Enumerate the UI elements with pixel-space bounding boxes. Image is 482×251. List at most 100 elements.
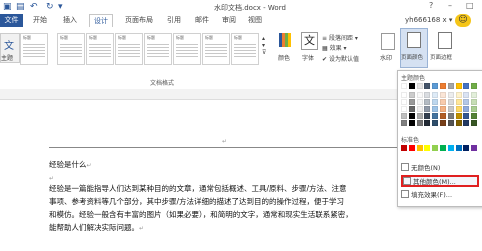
page-color-button[interactable]: 页面颜色 xyxy=(400,28,428,68)
tab-references[interactable]: 引用 xyxy=(164,14,184,27)
style-set-7[interactable]: 标题 xyxy=(202,33,230,65)
theme-color-swatch[interactable] xyxy=(424,99,431,105)
theme-color-swatch[interactable] xyxy=(440,99,446,105)
document-heading[interactable]: 经验是什么↵ xyxy=(49,158,92,172)
theme-color-swatch[interactable] xyxy=(440,83,446,89)
body-line-1[interactable]: 经验是一篇能指导人们达到某种目的的文章，通常包括概述、工具/原料、步骤/方法、注… xyxy=(49,182,347,195)
theme-color-swatch[interactable] xyxy=(471,83,478,89)
theme-color-swatch[interactable] xyxy=(408,113,415,119)
set-default-button[interactable]: ✔ 设为默认值 xyxy=(322,54,359,63)
style-set-1[interactable]: 标题 xyxy=(20,33,48,65)
standard-color-swatch[interactable] xyxy=(432,145,439,151)
theme-color-swatch[interactable] xyxy=(408,83,415,89)
fonts-button[interactable]: 文 字体 xyxy=(299,31,319,67)
effects-button[interactable]: ▦ 效果 ▾ xyxy=(322,43,347,52)
quick-access-dropdown-icon[interactable]: ▾ xyxy=(58,2,63,12)
style-set-2[interactable]: 标题 xyxy=(57,33,85,65)
colors-button[interactable]: 颜色 xyxy=(276,31,294,67)
theme-color-swatch[interactable] xyxy=(424,83,431,89)
themes-button[interactable]: 文 主题 xyxy=(0,33,20,63)
standard-color-swatch[interactable] xyxy=(455,145,462,151)
theme-color-swatch[interactable] xyxy=(432,92,439,98)
theme-color-swatch[interactable] xyxy=(401,99,407,105)
theme-color-swatch[interactable] xyxy=(432,120,439,126)
standard-color-swatch[interactable] xyxy=(447,145,454,151)
page-borders-button[interactable]: 页面边框 xyxy=(430,31,460,67)
theme-color-swatch[interactable] xyxy=(447,92,454,98)
theme-color-swatch[interactable] xyxy=(401,113,407,119)
theme-color-swatch[interactable] xyxy=(447,113,454,119)
theme-color-swatch[interactable] xyxy=(408,99,415,105)
theme-color-swatch[interactable] xyxy=(424,113,431,119)
theme-color-swatch[interactable] xyxy=(416,120,423,126)
standard-color-swatch[interactable] xyxy=(463,145,470,151)
theme-color-swatch[interactable] xyxy=(455,113,462,119)
style-set-3[interactable]: 标题 xyxy=(86,33,114,65)
standard-color-swatch[interactable] xyxy=(408,145,415,151)
save-icon[interactable]: ▤ xyxy=(16,2,25,12)
theme-color-swatch[interactable] xyxy=(416,83,423,89)
theme-color-swatch[interactable] xyxy=(471,120,478,126)
theme-color-swatch[interactable] xyxy=(447,83,454,89)
theme-color-swatch[interactable] xyxy=(432,113,439,119)
tab-mailings[interactable]: 邮件 xyxy=(192,14,212,27)
theme-color-swatch[interactable] xyxy=(463,92,470,98)
theme-color-swatch[interactable] xyxy=(432,83,439,89)
style-set-4[interactable]: 标题 xyxy=(115,33,143,65)
gallery-scroll-icon[interactable]: ▴ ▾ ⊽ xyxy=(262,35,266,56)
style-set-8[interactable]: 标题 xyxy=(231,33,259,65)
theme-color-swatch[interactable] xyxy=(416,113,423,119)
standard-color-swatch[interactable] xyxy=(416,145,423,151)
style-set-6[interactable]: 标题 xyxy=(173,33,201,65)
standard-color-swatch[interactable] xyxy=(471,145,478,151)
standard-color-swatch[interactable] xyxy=(401,145,407,151)
theme-color-swatch[interactable] xyxy=(455,83,462,89)
theme-color-swatch[interactable] xyxy=(463,83,470,89)
standard-color-swatch[interactable] xyxy=(424,145,431,151)
tab-review[interactable]: 审阅 xyxy=(219,14,239,27)
undo-icon[interactable]: ↶ xyxy=(30,2,38,12)
theme-color-swatch[interactable] xyxy=(416,92,423,98)
theme-color-swatch[interactable] xyxy=(440,92,446,98)
theme-color-swatch[interactable] xyxy=(471,99,478,105)
theme-color-swatch[interactable] xyxy=(455,99,462,105)
theme-color-swatch[interactable] xyxy=(463,99,470,105)
theme-color-swatch[interactable] xyxy=(401,83,407,89)
theme-color-swatch[interactable] xyxy=(455,120,462,126)
theme-color-swatch[interactable] xyxy=(447,106,454,112)
smiley-feedback-icon[interactable]: ☺ xyxy=(455,14,471,27)
theme-color-swatch[interactable] xyxy=(463,113,470,119)
user-account[interactable]: yh666168 x ▾ xyxy=(405,16,452,24)
standard-color-swatch[interactable] xyxy=(440,145,446,151)
theme-color-swatch[interactable] xyxy=(471,113,478,119)
theme-color-swatch[interactable] xyxy=(471,106,478,112)
theme-color-swatch[interactable] xyxy=(447,120,454,126)
theme-color-swatch[interactable] xyxy=(401,120,407,126)
body-line-3[interactable]: 和模仿。经验一般含有丰富的图片（如果必要），和简明的文字，通常和现实生活联系紧密… xyxy=(49,208,353,221)
theme-color-swatch[interactable] xyxy=(401,106,407,112)
theme-color-swatch[interactable] xyxy=(471,92,478,98)
tab-file[interactable]: 文件 xyxy=(0,14,23,27)
fill-effects-item[interactable]: 填充效果(F)... xyxy=(401,190,479,200)
more-colors-item[interactable]: 其他颜色(M)... xyxy=(401,175,479,187)
theme-color-swatch[interactable] xyxy=(463,106,470,112)
theme-color-swatch[interactable] xyxy=(455,106,462,112)
tab-view[interactable]: 视图 xyxy=(245,14,265,27)
theme-color-swatch[interactable] xyxy=(463,120,470,126)
theme-color-swatch[interactable] xyxy=(416,99,423,105)
theme-color-swatch[interactable] xyxy=(416,106,423,112)
body-line-2[interactable]: 事项、参考资料等几个部分，其中步骤/方法详细的描述了达到目的的操作过程，便于学习 xyxy=(49,195,344,208)
style-set-5[interactable]: 标题 xyxy=(144,33,172,65)
theme-color-swatch[interactable] xyxy=(455,92,462,98)
theme-color-swatch[interactable] xyxy=(440,106,446,112)
theme-color-swatch[interactable] xyxy=(432,106,439,112)
theme-color-swatch[interactable] xyxy=(424,92,431,98)
theme-color-swatch[interactable] xyxy=(424,120,431,126)
restore-button[interactable]: □ xyxy=(466,1,474,11)
theme-color-swatch[interactable] xyxy=(408,120,415,126)
body-line-4[interactable]: 能帮助人们解决实际问题。↵ xyxy=(49,221,144,235)
redo-icon[interactable]: ↻ xyxy=(46,2,54,12)
theme-color-swatch[interactable] xyxy=(408,106,415,112)
tab-design[interactable]: 设计 xyxy=(89,14,113,27)
watermark-button[interactable]: 水印 xyxy=(378,31,398,67)
